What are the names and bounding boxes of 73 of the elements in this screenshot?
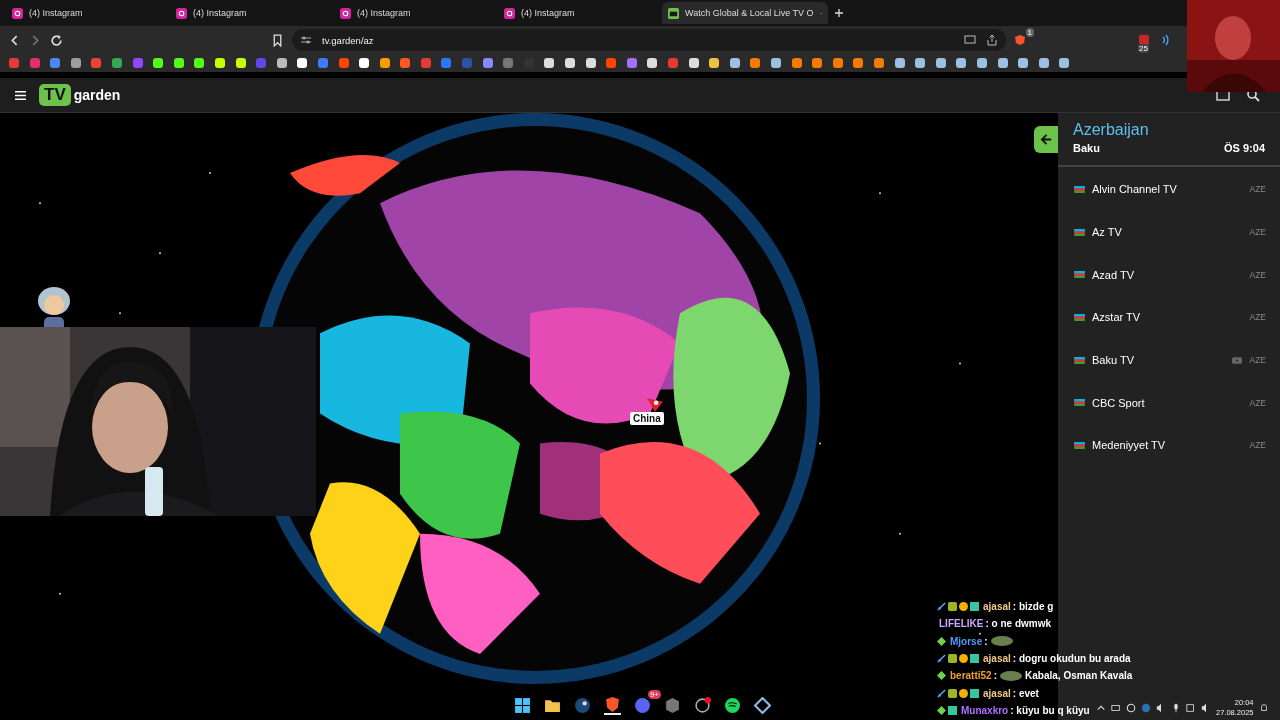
bookmark-icon[interactable] [996, 57, 1009, 69]
notification-bell-icon[interactable] [1258, 703, 1269, 713]
bookmark-icon[interactable] [172, 57, 185, 69]
bookmark-icon[interactable] [934, 57, 947, 69]
bookmark-icon[interactable] [584, 57, 597, 69]
bookmark-icon[interactable] [378, 57, 391, 69]
channel-item[interactable]: Az TV AZE [1058, 210, 1280, 254]
flag-icon [1074, 313, 1085, 321]
city-name: Baku [1073, 142, 1100, 154]
count-badge: 25 [1138, 44, 1149, 53]
count-badge: 1 [1025, 28, 1034, 37]
bookmark-icon[interactable] [358, 57, 371, 69]
bookmark-icon[interactable] [728, 57, 741, 69]
browser-tab[interactable]: (4) Instagram [170, 2, 334, 24]
power-icon[interactable] [1126, 703, 1136, 713]
bookmark-icon[interactable] [296, 57, 309, 69]
microphone-icon[interactable] [1171, 703, 1181, 713]
channel-item[interactable]: Medeniyyet TV AZE [1058, 424, 1280, 467]
share-icon[interactable] [986, 34, 998, 46]
address-bar[interactable]: tv.garden/az [292, 29, 1006, 51]
channel-item[interactable]: Alvin Channel TV AZE [1058, 168, 1280, 211]
bookmark-icon[interactable] [646, 57, 659, 69]
reload-icon[interactable] [50, 33, 63, 47]
flag-icon [1074, 185, 1085, 193]
flag-icon [1074, 271, 1085, 279]
browser-tab[interactable]: (4) Instagram [334, 2, 498, 24]
channel-item[interactable]: Azstar TV AZE [1058, 296, 1280, 339]
flag-icon [1074, 228, 1085, 236]
country-title: Azerbaijan [1073, 121, 1150, 139]
bookmark-icon[interactable] [152, 57, 165, 69]
menu-icon[interactable] [14, 89, 27, 101]
logo-mark[interactable]: TV [39, 84, 71, 106]
bookmark-icon[interactable] [1037, 57, 1050, 69]
battery-icon[interactable] [1111, 703, 1121, 713]
local-time: ÖS 9:04 [1224, 142, 1265, 154]
browser-tab[interactable]: Watch Global & Local Live TV O [662, 2, 828, 24]
browser-tab[interactable]: (4) Instagram [498, 2, 662, 24]
bookmark-icon[interactable] [1058, 57, 1071, 69]
cast-icon[interactable] [964, 34, 976, 46]
bookmark-icon[interactable] [543, 57, 556, 69]
extension-icon[interactable] [1138, 34, 1150, 46]
wireless-icon[interactable] [1160, 34, 1172, 46]
channel-item[interactable]: Baku TV AZE [1058, 338, 1280, 382]
channel-item[interactable]: Azad TV AZE [1058, 253, 1280, 297]
chevron-up-icon[interactable] [1096, 703, 1106, 713]
bookmark-icon[interactable] [1017, 57, 1030, 69]
browser-tab[interactable]: (4) Instagram [6, 2, 170, 24]
new-tab-icon[interactable] [834, 8, 844, 18]
bookmark-icon[interactable] [914, 57, 927, 69]
bookmark-icon[interactable] [955, 57, 968, 69]
instagram-icon [176, 7, 187, 19]
tv-icon [668, 7, 679, 19]
bookmark-icon[interactable] [271, 33, 284, 47]
network-icon[interactable] [1186, 703, 1196, 713]
instagram-icon [340, 7, 351, 19]
bookmark-icon[interactable] [193, 57, 206, 69]
bookmark-icon[interactable] [564, 57, 577, 69]
bookmark-icon[interactable] [975, 57, 988, 69]
bookmark-icon[interactable] [893, 57, 906, 69]
bookmark-icon[interactable] [687, 57, 700, 69]
flag-icon [1074, 441, 1085, 449]
channel-item[interactable]: CBC Sport AZE [1058, 381, 1280, 425]
flag-icon [1074, 356, 1085, 364]
bookmark-icon[interactable] [708, 57, 721, 69]
instagram-icon [504, 7, 515, 19]
site-settings-icon[interactable] [300, 34, 312, 46]
flag-icon [1074, 399, 1085, 407]
instagram-icon [12, 7, 23, 19]
bookmark-icon[interactable] [234, 57, 247, 69]
bookmark-icon[interactable] [769, 57, 782, 69]
bookmark-icon[interactable] [275, 57, 288, 69]
bookmark-icon[interactable] [213, 57, 226, 69]
logo-text[interactable]: garden [73, 87, 121, 103]
